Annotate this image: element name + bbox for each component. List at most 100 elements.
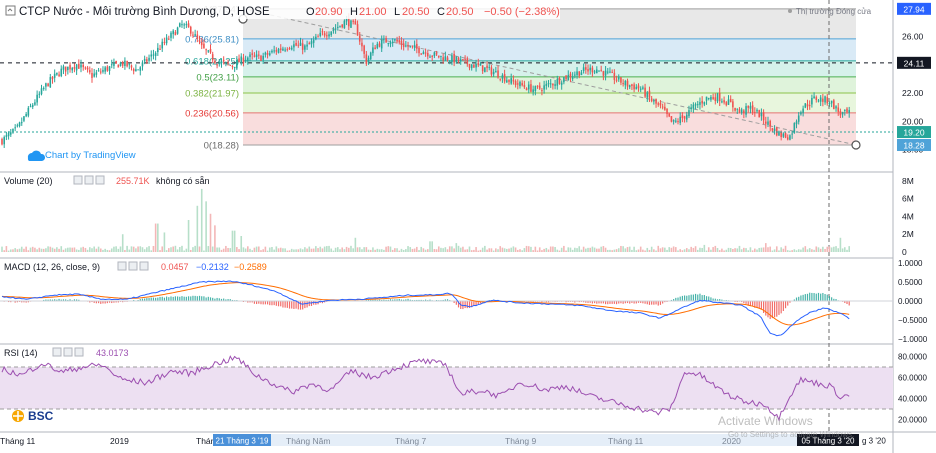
- macd-histogram-bar: [466, 301, 468, 309]
- volume-bar: [749, 247, 752, 252]
- ohlc-high-label: H: [350, 6, 358, 18]
- tradingview-link[interactable]: Chart by TradingView: [27, 150, 136, 161]
- candle-body: [729, 98, 732, 103]
- volume-bar: [400, 248, 403, 252]
- watermark-subtitle: Go to Settings to activate Windows.: [728, 430, 854, 439]
- volume-bar: [189, 249, 192, 252]
- volume-bar: [666, 249, 668, 252]
- volume-bar: [323, 246, 326, 252]
- volume-bar: [361, 249, 363, 252]
- volume-bar: [604, 247, 607, 252]
- macd-histogram-bar: [648, 301, 651, 305]
- candle-body: [822, 98, 824, 102]
- volume-bar: [681, 250, 684, 252]
- candle-body: [266, 53, 269, 55]
- candle-body: [545, 83, 548, 86]
- candle-body: [556, 79, 559, 86]
- legend-buttons[interactable]: [117, 261, 149, 271]
- volume-bar: [563, 245, 565, 252]
- fib-level-label: 0.382(21.97): [185, 88, 239, 99]
- volume-bar: [273, 249, 275, 252]
- volume-bar: [585, 248, 587, 252]
- volume-bar: [29, 247, 32, 252]
- volume-bar: [297, 249, 300, 252]
- fibonacci-retracement[interactable]: 1(27.94)0.786(25.81)0.618(24.25)0.5(23.1…: [185, 4, 856, 152]
- candle-body: [433, 52, 436, 57]
- legend-buttons[interactable]: [52, 347, 84, 357]
- candle-body: [642, 87, 644, 89]
- volume-bar: [639, 246, 642, 252]
- stock-chart[interactable]: 1(27.94)0.786(25.81)0.618(24.25)0.5(23.1…: [0, 0, 936, 453]
- volume-bar: [806, 249, 809, 252]
- candle-body: [587, 69, 589, 72]
- candle-body: [589, 67, 592, 71]
- macd-tick: 0.5000: [898, 278, 923, 287]
- rsi-label: RSI (14): [4, 348, 38, 358]
- candle-body: [521, 83, 523, 86]
- volume-bar: [326, 246, 328, 252]
- legend-buttons[interactable]: [73, 175, 105, 185]
- volume-bar: [595, 248, 598, 252]
- candle-body: [525, 88, 528, 91]
- candle-body: [347, 17, 350, 27]
- macd-histogram-bar: [710, 297, 712, 301]
- volume-bar: [27, 250, 30, 252]
- volume-bar: [207, 246, 210, 252]
- macd-histogram-bar: [196, 296, 198, 301]
- volume-bar: [587, 247, 589, 252]
- price-badge-label: 18.28: [903, 141, 925, 151]
- candle-body: [554, 84, 556, 86]
- volume-bar: [194, 245, 196, 252]
- candle-body: [216, 64, 218, 66]
- candle-body: [9, 132, 12, 135]
- volume-bar: [148, 246, 150, 252]
- candle-body: [220, 61, 223, 63]
- candle-body: [789, 135, 791, 140]
- volume-bar: [655, 250, 657, 252]
- volume-bar: [703, 244, 706, 252]
- volume-value: 255.71K: [116, 176, 150, 186]
- candle-body: [756, 109, 758, 112]
- volume-bar: [534, 246, 537, 252]
- candle-body: [512, 79, 515, 82]
- volume-bar: [288, 250, 291, 252]
- candle-body: [102, 69, 104, 72]
- rsi-value: 43.0173: [96, 348, 129, 358]
- volume-bar: [117, 248, 120, 252]
- candle-body: [795, 121, 798, 125]
- macd-histogram-bar: [659, 301, 662, 305]
- candle-body: [429, 56, 431, 58]
- time-tick: 2019: [110, 436, 129, 446]
- candle-body: [835, 106, 837, 109]
- macd-histogram-bar: [299, 301, 302, 310]
- candle-body: [736, 108, 739, 110]
- volume-bar: [429, 241, 431, 252]
- volume-bar: [20, 246, 23, 252]
- volume-bar: [484, 245, 486, 252]
- volume-bar: [554, 246, 556, 252]
- candle-body: [659, 103, 662, 106]
- volume-tick: 8M: [902, 176, 914, 186]
- candle-body: [793, 123, 796, 133]
- volume-bar: [657, 245, 660, 252]
- macd-histogram-bar: [776, 301, 778, 317]
- volume-bar: [170, 247, 172, 252]
- macd-histogram-bar: [782, 301, 784, 311]
- candle-body: [40, 88, 43, 95]
- volume-bar: [67, 247, 69, 252]
- volume-bar: [470, 250, 473, 252]
- candle-body: [312, 39, 315, 43]
- candle-body: [672, 120, 675, 122]
- candle-body: [106, 66, 109, 71]
- volume-bar: [23, 248, 25, 252]
- volume-bar: [633, 246, 635, 252]
- candle-body: [88, 70, 91, 73]
- macd-histogram-bar: [769, 301, 771, 320]
- candle-body: [407, 45, 409, 47]
- fib-handle-bottom[interactable]: [851, 140, 861, 150]
- candle-body: [714, 97, 717, 101]
- macd-histogram-bar: [701, 295, 703, 301]
- candle-body: [628, 85, 631, 88]
- volume-bar: [312, 248, 315, 252]
- volume-bar: [521, 250, 523, 252]
